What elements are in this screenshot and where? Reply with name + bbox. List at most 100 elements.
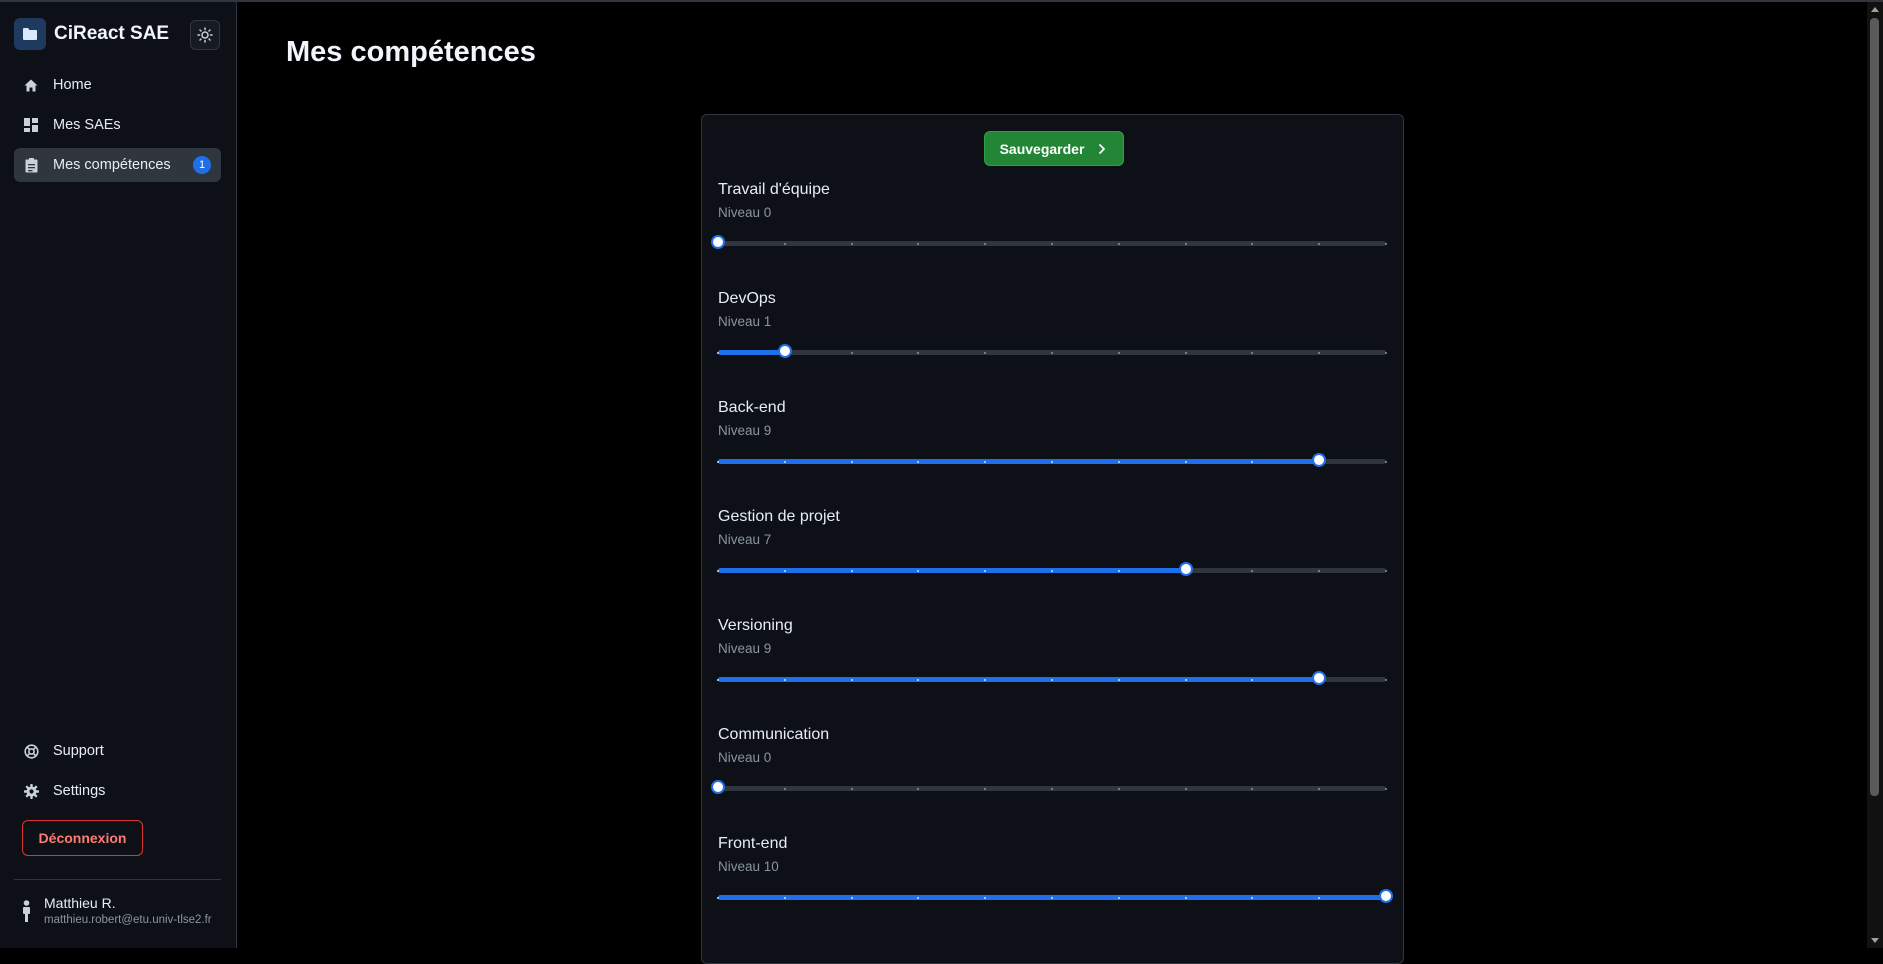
- slider-tick: [1117, 896, 1120, 899]
- user-name: Matthieu R.: [44, 895, 116, 911]
- slider-tick: [917, 242, 920, 245]
- skill-slider[interactable]: [717, 561, 1387, 576]
- page-title: Mes compétences: [286, 36, 536, 68]
- slider-fill: [718, 350, 785, 355]
- brand[interactable]: CiReact SAE: [14, 18, 169, 50]
- skill-item: Front-end Niveau 10: [717, 835, 1393, 944]
- home-icon: [23, 77, 39, 93]
- slider-thumb[interactable]: [1312, 670, 1327, 685]
- scroll-down-arrow[interactable]: [1871, 938, 1879, 943]
- slider-tick: [717, 569, 719, 572]
- slider-tick: [1051, 896, 1053, 899]
- slider-tick: [917, 787, 920, 790]
- slider-thumb[interactable]: [711, 234, 725, 249]
- slider-tick: [1385, 242, 1387, 245]
- skill-name: Travail d'équipe: [718, 181, 830, 198]
- slider-tick: [1184, 896, 1187, 899]
- slider-thumb[interactable]: [777, 343, 792, 358]
- skill-slider[interactable]: [711, 234, 1387, 249]
- slider-tick: [783, 460, 786, 463]
- logout-button[interactable]: Déconnexion: [22, 820, 143, 856]
- skill-slider[interactable]: [717, 888, 1393, 903]
- save-button[interactable]: Sauvegarder: [984, 131, 1124, 166]
- top-border: [0, 0, 1883, 2]
- user-email: matthieu.robert@etu.univ-tlse2.fr: [44, 914, 212, 926]
- gear-icon: [23, 783, 39, 799]
- slider-thumb[interactable]: [711, 779, 725, 794]
- skill-name: Back-end: [718, 399, 786, 416]
- slider-tick: [1385, 460, 1387, 463]
- sidebar-nav: Home Mes SAEs Mes compétences 1: [14, 68, 221, 188]
- slider-tick: [1184, 351, 1187, 354]
- slider-tick: [984, 351, 987, 354]
- theme-toggle-button[interactable]: [190, 20, 220, 50]
- slider-tick: [1385, 787, 1387, 790]
- slider-fill: [718, 568, 1186, 573]
- skill-slider[interactable]: [717, 670, 1387, 685]
- sidebar-item-settings[interactable]: Settings: [14, 774, 221, 808]
- slider-tick: [850, 569, 853, 572]
- skill-level-label: Niveau 7: [718, 532, 772, 547]
- slider-tick: [1318, 787, 1321, 790]
- sidebar-item-mes-saes[interactable]: Mes SAEs: [14, 108, 221, 142]
- slider-thumb[interactable]: [1312, 452, 1327, 467]
- slider-tick: [717, 460, 719, 463]
- slider-tick: [850, 678, 853, 681]
- slider-tick: [1251, 242, 1254, 245]
- slider-tick: [1318, 569, 1321, 572]
- scroll-up-arrow[interactable]: [1871, 7, 1879, 12]
- skills-card: Sauvegarder Travail d'équipe Niveau 0 DevO…: [701, 114, 1404, 964]
- slider-tick: [1051, 787, 1053, 790]
- slider-tick: [1318, 351, 1321, 354]
- sidebar-item-label: Support: [53, 743, 104, 759]
- slider-tick: [850, 242, 853, 245]
- skill-slider[interactable]: [717, 343, 1387, 358]
- scrollbar[interactable]: [1867, 2, 1883, 948]
- slider-thumb[interactable]: [1178, 561, 1193, 576]
- slider-tick: [984, 242, 987, 245]
- sidebar-bottom-nav: Support Settings: [14, 734, 221, 814]
- skill-name: DevOps: [718, 290, 776, 307]
- app-title: CiReact SAE: [54, 23, 170, 44]
- skill-slider[interactable]: [711, 779, 1387, 794]
- skill-slider[interactable]: [717, 452, 1387, 467]
- sidebar-item-mes-competences[interactable]: Mes compétences 1: [14, 148, 221, 182]
- slider-tick: [1117, 569, 1120, 572]
- slider-thumb[interactable]: [1379, 888, 1393, 903]
- skill-name: Versioning: [718, 617, 793, 634]
- slider-tick: [1318, 896, 1321, 899]
- slider-tick: [984, 460, 987, 463]
- skill-item: Versioning Niveau 9: [717, 617, 1388, 726]
- slider-tick: [850, 351, 853, 354]
- scrollbar-thumb[interactable]: [1870, 18, 1879, 796]
- slider-tick: [984, 678, 987, 681]
- slider-tick: [917, 351, 920, 354]
- skill-item: Travail d'équipe Niveau 0: [711, 181, 1388, 290]
- sidebar-item-home[interactable]: Home: [14, 68, 221, 102]
- slider-tick: [1051, 678, 1053, 681]
- sidebar-item-label: Home: [53, 77, 92, 93]
- slider-tick: [1251, 351, 1254, 354]
- skill-name: Gestion de projet: [718, 508, 840, 525]
- slider-tick: [1117, 787, 1120, 790]
- slider-tick: [717, 351, 719, 354]
- slider-tick: [850, 460, 853, 463]
- slider-tick: [850, 896, 853, 899]
- slider-tick: [1051, 242, 1053, 245]
- clipboard-icon: [23, 157, 39, 173]
- sidebar-item-label: Mes compétences: [53, 157, 171, 173]
- user-profile[interactable]: Matthieu R. matthieu.robert@etu.univ-tls…: [20, 895, 212, 926]
- sidebar-item-support[interactable]: Support: [14, 734, 221, 768]
- slider-tick: [783, 569, 786, 572]
- slider-tick: [1184, 242, 1187, 245]
- slider-tick: [984, 569, 987, 572]
- slider-tick: [1385, 569, 1387, 572]
- slider-tick: [1385, 351, 1387, 354]
- skill-item: Communication Niveau 0: [711, 726, 1388, 835]
- skill-level-label: Niveau 10: [718, 859, 779, 874]
- sun-icon: [197, 27, 213, 43]
- slider-tick: [717, 896, 719, 899]
- slider-tick: [1385, 678, 1387, 681]
- slider-tick: [783, 787, 786, 790]
- slider-tick: [1117, 460, 1120, 463]
